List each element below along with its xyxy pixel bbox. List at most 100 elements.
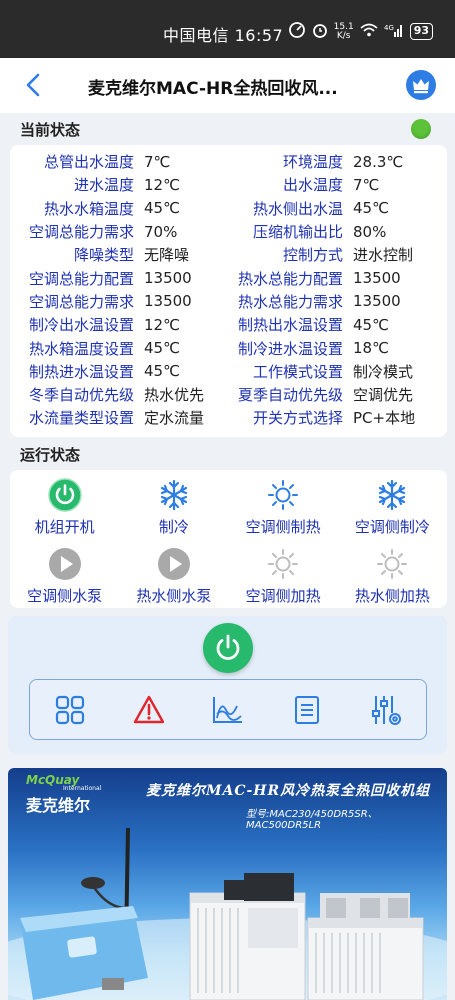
param-value: 28.3℃: [353, 152, 404, 171]
wifi-icon: [360, 23, 378, 40]
current-status-title: 当前状态: [20, 121, 81, 139]
product-banner: McQuay International 麦克维尔 麦克维尔MAC-HR风冷热泵…: [8, 768, 447, 1000]
run-status-item[interactable]: 空调侧制热: [229, 478, 338, 537]
param-label: 总管出水温度: [43, 153, 134, 172]
run-status-label: 热水侧加热: [354, 587, 430, 605]
speed-unit: K/s: [336, 30, 351, 41]
network-speed: 15.1 K/s: [334, 22, 354, 41]
param-label: 热水箱温度设置: [28, 339, 134, 358]
param-value: 45℃: [144, 199, 180, 218]
power-on-icon: [47, 478, 82, 512]
crown-icon: [413, 79, 429, 94]
status-row: 总管出水温度 7℃ 环境温度 28.3℃: [10, 150, 447, 173]
param-value: 7℃: [353, 175, 380, 194]
status-row: 冬季自动优先级 热水优先 夏季自动优先级 空调优先: [10, 383, 447, 406]
param-value: 45℃: [353, 199, 389, 218]
param-label: 压缩机输出比: [252, 223, 343, 242]
param-label: 制冷进水温设置: [237, 339, 343, 358]
power-button[interactable]: [203, 623, 253, 673]
param-label: 工作模式设置: [252, 362, 343, 381]
param-value: 45℃: [144, 362, 180, 381]
trend-chart-icon: [212, 696, 242, 723]
snowflake-icon: [375, 478, 409, 512]
param-label: 热水水箱温度: [43, 199, 134, 218]
alarm-clock-icon: [312, 22, 328, 41]
param-label: 空调总能力配置: [28, 269, 134, 288]
status-row: 空调总能力需求 13500 热水总能力需求 13500: [10, 290, 447, 313]
run-status-item[interactable]: 热水侧加热: [338, 547, 447, 606]
status-row: 空调总能力配置 13500 热水总能力配置 13500: [10, 266, 447, 289]
run-status-item[interactable]: 空调侧加热: [229, 547, 338, 606]
param-label: 出水温度: [282, 176, 343, 195]
status-icons: 15.1 K/s 4G 93: [288, 21, 433, 42]
run-status-label: 空调侧加热: [245, 587, 321, 605]
status-row: 热水水箱温度 45℃ 热水侧出水温 45℃: [10, 197, 447, 220]
run-status-label: 热水侧水泵: [136, 587, 212, 605]
param-value: 13500: [353, 269, 401, 288]
param-value: 定水流量: [144, 409, 205, 428]
param-value: 45℃: [144, 339, 180, 358]
param-label: 热水总能力需求: [237, 292, 343, 311]
param-label: 空调总能力需求: [28, 223, 134, 242]
status-row: 制热进水温设置 45℃ 工作模式设置 制冷模式: [10, 360, 447, 383]
param-value: 18℃: [353, 339, 389, 358]
run-status-item[interactable]: 空调侧制冷: [338, 478, 447, 537]
run-status-label: 空调侧制冷: [354, 518, 430, 536]
param-value: 13500: [353, 292, 401, 311]
param-label: 夏季自动优先级: [237, 386, 343, 405]
svg-text:4G: 4G: [384, 24, 394, 32]
status-row: 热水箱温度设置 45℃ 制冷进水温设置 18℃: [10, 336, 447, 359]
param-label: 制热进水温设置: [28, 362, 134, 381]
param-value: 45℃: [353, 315, 389, 334]
run-status-item[interactable]: 空调侧水泵: [10, 547, 119, 606]
back-button[interactable]: [22, 71, 46, 99]
grid-menu-button[interactable]: [52, 692, 88, 728]
status-row: 进水温度 12℃ 出水温度 7℃: [10, 173, 447, 196]
app-header: 麦克维尔MAC-HR全热回收风...: [0, 58, 455, 113]
param-value: 13500: [144, 269, 192, 288]
vip-button[interactable]: [406, 70, 436, 100]
param-label: 热水侧出水温: [252, 199, 343, 218]
clock: 16:57: [234, 26, 284, 45]
run-status-label: 机组开机: [34, 518, 95, 536]
run-status-label: 空调侧制热: [245, 518, 321, 536]
alarm-button[interactable]: [131, 692, 167, 728]
pump-icon: [48, 547, 82, 581]
control-panel: [8, 616, 447, 754]
run-status-item[interactable]: 热水侧水泵: [119, 547, 228, 606]
param-value: 13500: [144, 292, 192, 311]
status-row: 制冷出水温设置 12℃ 制热出水温设置 45℃: [10, 313, 447, 336]
status-row: 降噪类型 无降噪 控制方式 进水控制: [10, 243, 447, 266]
run-status-title: 运行状态: [20, 446, 81, 464]
settings-button[interactable]: [368, 692, 404, 728]
param-value: PC+本地: [353, 409, 416, 428]
sun-icon: [266, 478, 300, 512]
carrier-time: 中国电信 16:57: [163, 22, 283, 46]
param-value: 空调优先: [353, 386, 414, 405]
grid-icon: [55, 695, 84, 724]
online-status-indicator: [411, 119, 431, 139]
param-label: 热水总能力配置: [237, 269, 343, 288]
run-status-item[interactable]: 机组开机: [10, 478, 119, 537]
param-label: 控制方式: [282, 246, 343, 265]
trend-chart-button[interactable]: [210, 692, 246, 728]
status-row: 水流量类型设置 定水流量 开关方式选择 PC+本地: [10, 406, 447, 429]
param-label: 开关方式选择: [252, 409, 343, 428]
param-value: 12℃: [144, 315, 180, 334]
list-button[interactable]: [289, 692, 325, 728]
param-value: 80%: [353, 222, 387, 241]
param-value: 制冷模式: [353, 362, 414, 381]
param-value: 进水控制: [353, 246, 414, 265]
snowflake-icon: [157, 478, 191, 512]
status-row: 空调总能力需求 70% 压缩机输出比 80%: [10, 220, 447, 243]
cellular-icon: 4G: [384, 23, 404, 40]
param-label: 降噪类型: [73, 246, 134, 265]
param-label: 制热出水温设置: [237, 316, 343, 335]
param-label: 水流量类型设置: [28, 409, 134, 428]
param-label: 制冷出水温设置: [28, 316, 134, 335]
system-status-bar: 中国电信 16:57 15.1 K/s 4G 93: [0, 0, 455, 58]
run-status-item[interactable]: 制冷: [119, 478, 228, 537]
sun-gray-icon: [375, 547, 409, 581]
page-title: 麦克维尔MAC-HR全热回收风...: [88, 79, 338, 99]
sun-gray-icon: [266, 547, 300, 581]
